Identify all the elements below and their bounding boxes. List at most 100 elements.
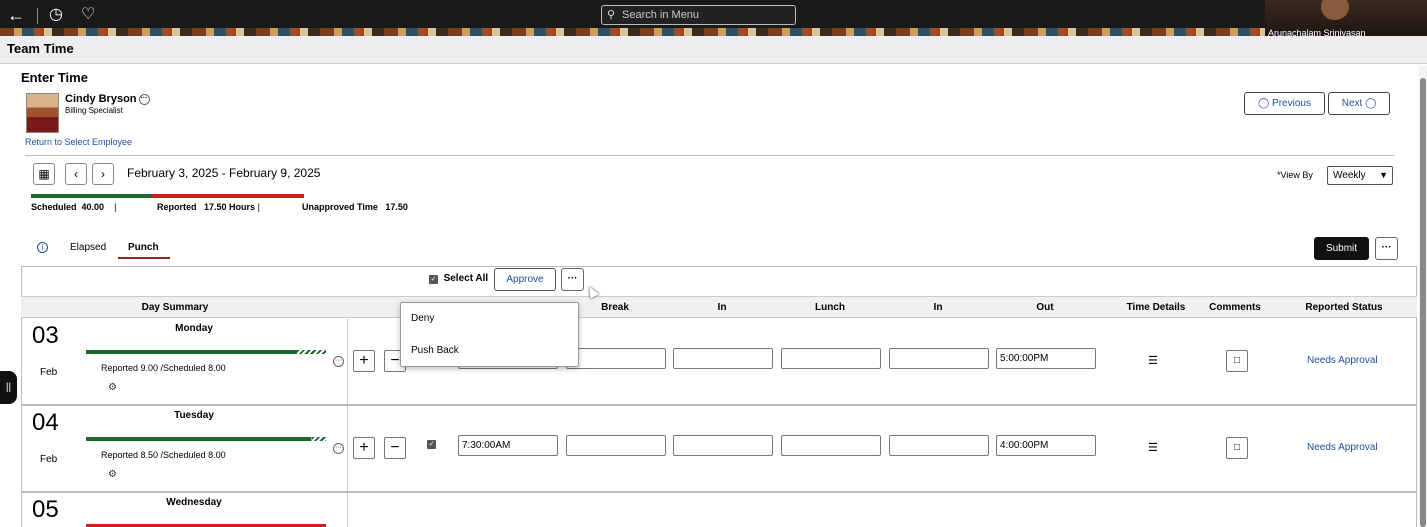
table-row: 05 Wednesday [21, 493, 1417, 527]
next-label: Next [1341, 98, 1363, 109]
clock-icon[interactable]: ◷ [49, 6, 63, 24]
menu-item-push-back[interactable]: Push Back [411, 345, 459, 356]
arrow-left-icon[interactable]: ← [7, 6, 25, 24]
table-header: Day Summary Break In Lunch In Out Time D… [21, 296, 1417, 318]
day-month: Feb [40, 454, 58, 465]
reported-summary: Reported 17.50 Hours | [157, 202, 260, 212]
reported-value: 17.50 Hours [204, 202, 256, 212]
col-break: Break [601, 302, 629, 313]
unapproved-summary: Unapproved Time 17.50 [302, 202, 408, 212]
calendar-icon[interactable]: ▦ [33, 163, 55, 185]
in-field[interactable] [673, 435, 773, 456]
list-icon[interactable]: ☰ [1148, 443, 1158, 454]
scheduled-bar [31, 194, 151, 198]
status-link[interactable]: Needs Approval [1307, 442, 1378, 453]
side-panel-handle[interactable]: || [0, 371, 17, 404]
avatar [26, 93, 59, 133]
reported-bar [151, 194, 304, 198]
day-number: 05 [32, 496, 59, 523]
status-link[interactable]: Needs Approval [1307, 355, 1378, 366]
next-button[interactable]: Next ◯ [1328, 92, 1390, 115]
more-approval-button[interactable]: ··· [561, 268, 584, 291]
gear-icon[interactable]: ⚙ [108, 382, 117, 393]
add-row-button[interactable]: + [353, 437, 375, 459]
info-icon[interactable]: i [37, 242, 48, 253]
in-field-2[interactable] [889, 435, 989, 456]
divider [25, 155, 1394, 156]
day-number: 04 [32, 409, 59, 436]
scrollbar[interactable] [1419, 66, 1427, 527]
day-progress-bar [86, 350, 326, 354]
remove-row-button[interactable]: − [384, 437, 406, 459]
scrollbar-thumb[interactable] [1420, 78, 1426, 527]
tab-punch[interactable]: Punch [128, 242, 159, 253]
day-number: 03 [32, 322, 59, 349]
break-field[interactable] [566, 435, 666, 456]
video-thumbnail: Arunachalam Srinivasan [1265, 0, 1427, 40]
out-field[interactable]: 4:00:00PM [996, 435, 1096, 456]
day-progress-bar [86, 437, 326, 441]
in-field[interactable] [673, 348, 773, 369]
list-icon[interactable]: ☰ [1148, 356, 1158, 367]
day-more-icon[interactable]: ··· [333, 443, 344, 454]
day-more-icon[interactable]: ··· [333, 356, 344, 367]
col-day-summary: Day Summary [141, 302, 209, 313]
table-row: 03 Feb Monday Reported 9.00 /Scheduled 8… [21, 319, 1417, 406]
menu-item-deny[interactable]: Deny [411, 313, 434, 324]
lunch-field[interactable] [781, 348, 881, 369]
employee-more-icon[interactable]: ··· [138, 93, 150, 105]
scheduled-summary: Scheduled 40.00 | [31, 202, 117, 212]
divider [347, 406, 348, 491]
scheduled-label: Scheduled [31, 202, 77, 212]
top-bar: ← ◷ ♡ ⚲ Search in Menu [0, 0, 1427, 36]
comment-icon[interactable]: □ [1226, 350, 1248, 372]
row-checkbox[interactable]: ✓ [427, 440, 436, 449]
add-row-button[interactable]: + [353, 350, 375, 372]
more-actions-button[interactable]: ··· [1375, 237, 1398, 260]
unapproved-value: 17.50 [385, 202, 408, 212]
chevron-left-icon[interactable]: ‹ [65, 163, 87, 185]
select-all[interactable]: ✓ Select All [429, 273, 488, 284]
active-tab-underline [118, 257, 170, 259]
submit-button[interactable]: Submit [1314, 237, 1369, 260]
previous-label: Previous [1272, 98, 1311, 109]
col-out: Out [1036, 302, 1054, 313]
search-placeholder: Search in Menu [622, 9, 700, 21]
lunch-field[interactable] [781, 435, 881, 456]
banner-pattern [0, 28, 1265, 36]
person-icon: ◯ [1258, 98, 1270, 109]
gear-icon[interactable]: ⚙ [108, 469, 117, 480]
col-lunch: Lunch [815, 302, 845, 313]
table-row: 04 Feb Tuesday Reported 8.50 /Scheduled … [21, 406, 1417, 493]
in-field-2[interactable] [889, 348, 989, 369]
comment-icon[interactable]: □ [1226, 437, 1248, 459]
employee-name: Cindy Bryson ··· [65, 93, 150, 105]
participant-face [1321, 0, 1349, 20]
search-input[interactable]: ⚲ Search in Menu [601, 5, 796, 25]
day-reported: Reported 9.00 /Scheduled 8.00 [101, 363, 226, 373]
view-by-select[interactable]: Weekly ▼ [1327, 166, 1393, 185]
out-field[interactable]: 5:00:00PM [996, 348, 1096, 369]
return-link[interactable]: Return to Select Employee [25, 137, 132, 147]
previous-button[interactable]: ◯ Previous [1244, 92, 1325, 115]
employee-title: Billing Specialist [65, 106, 123, 115]
scheduled-value: 40.00 [81, 202, 105, 212]
select-all-checkbox[interactable]: ✓ [429, 275, 438, 284]
page-title: Team Time [7, 41, 74, 56]
chevron-right-icon[interactable]: › [92, 163, 114, 185]
chevron-down-icon: ▼ [1379, 170, 1388, 180]
title-bar: Team Time [0, 36, 1427, 64]
approve-button[interactable]: Approve [494, 268, 556, 291]
divider [37, 8, 38, 24]
heart-icon[interactable]: ♡ [81, 6, 95, 24]
view-by-value: Weekly [1333, 170, 1366, 181]
col-time-details: Time Details [1126, 302, 1186, 313]
view-by-label: *View By [1277, 170, 1313, 180]
section-title: Enter Time [21, 70, 88, 85]
tab-elapsed[interactable]: Elapsed [70, 242, 106, 253]
break-field[interactable] [566, 348, 666, 369]
day-reported: Reported 8.50 /Scheduled 8.00 [101, 450, 226, 460]
day-month: Feb [40, 367, 58, 378]
punch-in-field[interactable]: 7:30:00AM [458, 435, 558, 456]
select-all-label: Select All [443, 273, 489, 284]
